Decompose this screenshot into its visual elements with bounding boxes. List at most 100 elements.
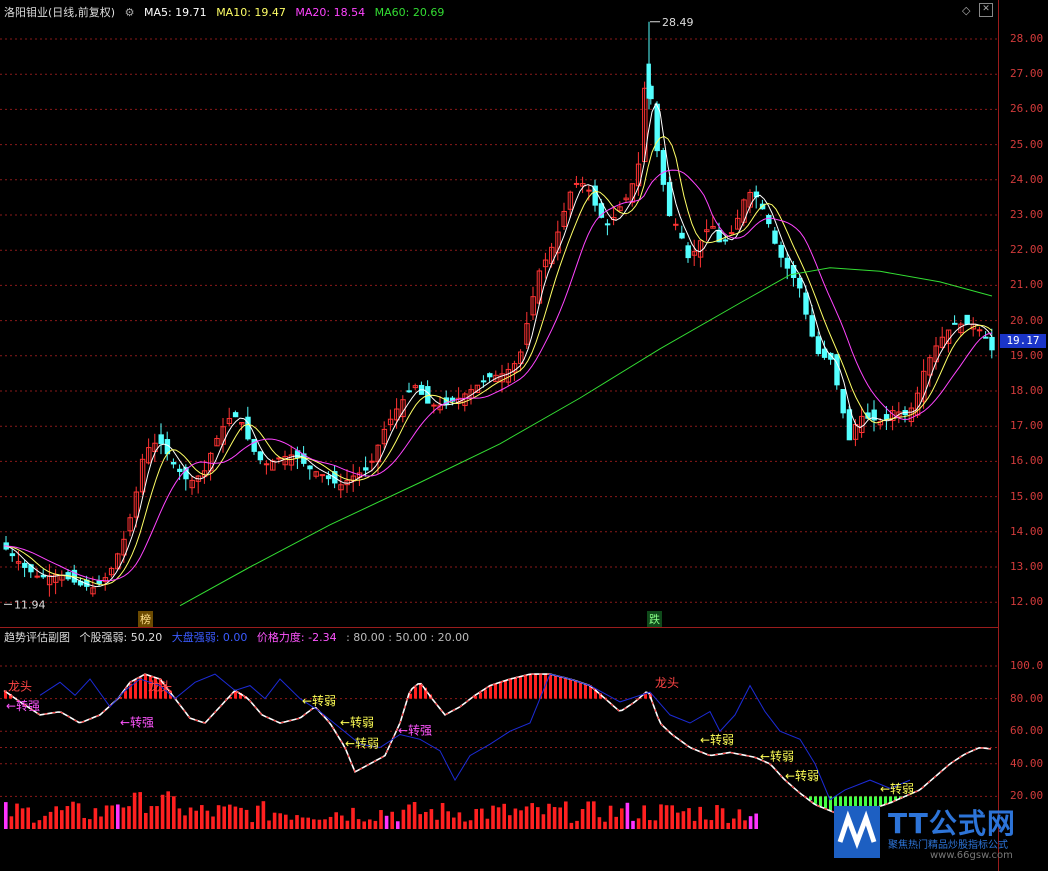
candle-body — [728, 232, 735, 235]
long-head-label: 龙头 — [655, 676, 679, 690]
candle-body — [666, 182, 673, 217]
price-tick: 16.00 — [1010, 454, 1044, 468]
volume-bar — [491, 805, 495, 829]
price-tick: 24.00 — [1010, 172, 1044, 186]
turn-weak-label: ←转弱 — [700, 732, 734, 747]
turn-strong-label: ←转强 — [398, 722, 432, 737]
volume-bar — [748, 816, 753, 829]
bang-tag: 榜 — [138, 611, 153, 627]
ma60-line — [179, 267, 993, 607]
candle-body — [722, 239, 729, 242]
volume-bar — [188, 807, 193, 829]
candle-body — [809, 315, 815, 337]
turn-weak-label: ←转弱 — [785, 768, 819, 783]
watermark: TT公式网 聚焦热门精品炒股指标公式 www.66gsw.com — [830, 800, 1048, 864]
volume-bar — [418, 814, 422, 829]
turn-weak-label: ←转弱 — [345, 736, 379, 751]
volume-bar — [306, 817, 310, 829]
turn-weak-label: ←转弱 — [880, 781, 914, 796]
strength-bar-high — [479, 692, 482, 699]
levels-label: : 80.00 : 50.00 : 20.00 — [346, 631, 470, 644]
candle-body — [883, 414, 890, 420]
watermark-url: www.66gsw.com — [930, 850, 1013, 861]
ma10-label: MA10: 19.47 — [216, 6, 286, 19]
indicator-tick: 40.00 — [1010, 756, 1044, 770]
volume-bar — [172, 796, 176, 829]
volume-bar — [48, 811, 53, 829]
main-chart-pane[interactable]: 28.49 11.94 — [0, 0, 999, 628]
volume-bar — [435, 819, 439, 829]
candle-body — [834, 354, 840, 386]
volume-bar — [267, 820, 271, 829]
ma20-label: MA20: 18.54 — [295, 6, 366, 19]
volume-bar — [345, 820, 350, 829]
volume-bar — [407, 804, 411, 829]
candle-body — [784, 257, 791, 269]
long-head-label: 龙头 — [8, 679, 32, 693]
volume-bar — [356, 819, 361, 829]
volume-bar — [138, 792, 142, 829]
diamond-icon[interactable]: ◇ — [962, 4, 970, 17]
candle-body — [406, 390, 412, 393]
volume-bar — [205, 810, 210, 829]
strength-bar-high — [549, 674, 552, 699]
candle-body — [487, 373, 493, 378]
volume-bar — [508, 815, 512, 829]
volume-bar — [93, 808, 98, 829]
volume-bar — [396, 821, 400, 829]
candle-body — [170, 461, 177, 465]
volume-bar — [625, 802, 630, 829]
volume-bar — [127, 806, 131, 829]
candle-body — [573, 182, 580, 185]
volume-bar — [43, 815, 47, 829]
stock-strength-line-accent — [3, 673, 992, 817]
volume-bar — [211, 816, 215, 829]
volume-bar — [177, 808, 182, 829]
volume-bar — [54, 806, 58, 829]
volume-bar — [709, 820, 714, 829]
volume-bar — [681, 811, 686, 829]
candle-body — [158, 434, 164, 445]
indicator-title[interactable]: 趋势评估副图 — [4, 631, 70, 644]
candle-body — [325, 475, 332, 480]
candle-body — [177, 468, 183, 472]
volume-bar — [116, 804, 120, 829]
candle-body — [673, 223, 679, 226]
watermark-subtitle: 聚焦热门精品炒股指标公式 — [888, 840, 1008, 851]
volume-bar — [384, 815, 389, 829]
price-tick: 21.00 — [1010, 278, 1044, 292]
volume-bar — [295, 815, 299, 829]
strength-bar-high — [534, 674, 537, 699]
candle-body — [803, 292, 809, 315]
volume-bar — [463, 821, 467, 829]
volume-bar — [323, 819, 327, 829]
strength-bar-low — [814, 796, 817, 804]
volume-bar — [440, 802, 445, 829]
indicator-tick: 100.0 — [1010, 659, 1044, 672]
candle-body — [257, 451, 264, 461]
volume-bar — [636, 818, 641, 829]
price-tick: 18.00 — [1010, 384, 1044, 397]
strength-bar-high — [504, 680, 507, 699]
price-tick: 26.00 — [1010, 102, 1044, 116]
volume-bar — [183, 815, 187, 829]
symbol-title[interactable]: 洛阳钼业(日线,前复权) — [4, 6, 115, 19]
volume-bar — [698, 806, 702, 829]
low-price-label: 11.94 — [14, 598, 46, 611]
volume-bar — [9, 816, 14, 829]
volume-bar — [144, 812, 148, 829]
volume-bar — [362, 821, 366, 829]
volume-bar — [743, 820, 747, 829]
volume-bar — [429, 809, 434, 829]
volume-bar — [88, 819, 92, 829]
volume-bar — [390, 811, 394, 829]
candle-body — [685, 245, 691, 259]
volume-bar — [71, 801, 75, 829]
volume-bar — [278, 813, 282, 829]
candlestick-chart[interactable]: 28.49 11.94 — [0, 0, 998, 627]
volume-bar — [284, 814, 288, 829]
volume-bar — [664, 805, 669, 829]
settings-icon[interactable]: ⚙ — [125, 6, 135, 19]
close-icon[interactable]: ✕ — [979, 3, 993, 17]
ma10-line — [3, 135, 993, 586]
